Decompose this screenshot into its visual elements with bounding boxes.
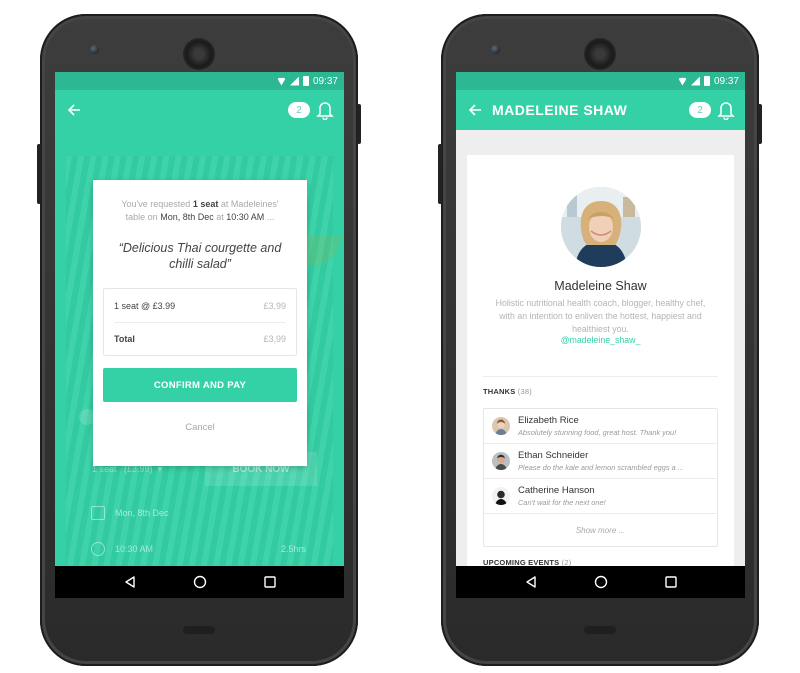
order-summary: 1 seat @ £3.99 £3,99 Total £3,99 — [103, 288, 297, 356]
time-text: 10:30 AM — [115, 544, 154, 554]
order-total: Total £3,99 — [114, 322, 286, 355]
screen-booking: 09:37 2 1 seat (£3.99) ▾ BOOK NOW Mon, 8… — [55, 72, 344, 598]
battery-icon — [703, 76, 710, 86]
front-camera — [491, 45, 500, 54]
bottom-speaker — [183, 626, 215, 634]
request-suffix: ... — [266, 212, 275, 222]
status-time: 09:37 — [312, 75, 338, 87]
wifi-icon — [276, 77, 286, 86]
power-button — [758, 104, 762, 144]
date-row-dimmed: Mon, 8th Dec — [91, 506, 306, 520]
request-prefix: You've requested — [121, 199, 191, 209]
status-bar: 09:37 — [456, 72, 745, 90]
thank-author: Elizabeth Rice — [518, 415, 579, 426]
battery-icon — [302, 76, 309, 86]
thank-message: Can't wait for the next one! — [518, 498, 606, 507]
list-item[interactable]: Catherine Hanson Can't wait for the next… — [484, 479, 717, 514]
thanks-count: (38) — [517, 387, 532, 396]
volume-button — [37, 144, 41, 204]
thanks-list: Elizabeth Rice Absolutely stunning food,… — [483, 408, 718, 547]
avatar — [492, 487, 510, 505]
thank-message: Please do the kale and lemon scrambled e… — [518, 463, 684, 472]
confirm-booking-dialog: You've requested 1 seat at Madeleines' t… — [93, 180, 307, 466]
app-bar: 2 — [55, 90, 344, 130]
event-quote: “Delicious Thai courgette and chilli sal… — [118, 241, 282, 271]
order-total-label: Total — [114, 334, 135, 344]
nav-back-icon[interactable] — [525, 576, 537, 588]
phone-left: 09:37 2 1 seat (£3.99) ▾ BOOK NOW Mon, 8… — [37, 14, 361, 666]
avatar — [492, 452, 510, 470]
list-item-text: Elizabeth Rice Absolutely stunning food,… — [518, 415, 708, 437]
request-table-on: table on — [125, 212, 158, 222]
clock-icon — [91, 542, 105, 556]
android-nav-bar — [456, 566, 745, 598]
phone-right: 09:37 MADELEINE SHAW 2 Madeleine Shaw Ho… — [438, 14, 762, 666]
thank-author: Ethan Schneider — [518, 450, 589, 461]
request-at: at — [216, 212, 224, 222]
thank-author: Catherine Hanson — [518, 485, 595, 496]
confirm-and-pay-button[interactable]: CONFIRM AND PAY — [103, 368, 297, 402]
app-bar: MADELEINE SHAW 2 — [456, 90, 745, 130]
back-arrow-icon[interactable] — [65, 101, 83, 119]
cancel-button[interactable]: Cancel — [103, 422, 297, 433]
list-item[interactable]: Elizabeth Rice Absolutely stunning food,… — [484, 409, 717, 444]
request-date: Mon, 8th Dec — [160, 212, 214, 222]
request-summary: You've requested 1 seat at Madeleines' t… — [103, 198, 297, 224]
date-text: Mon, 8th Dec — [115, 508, 169, 518]
list-item[interactable]: Ethan Schneider Please do the kale and l… — [484, 444, 717, 479]
earpiece-speaker — [584, 38, 616, 70]
thanks-label: THANKS — [483, 387, 516, 396]
status-bar: 09:37 — [55, 72, 344, 90]
request-mid: at Madeleines' — [220, 199, 279, 209]
request-seats: 1 seat — [192, 199, 219, 209]
time-row-dimmed: 10:30 AM 2.5hrs — [91, 542, 306, 556]
app-bar-title: MADELEINE SHAW — [492, 102, 628, 118]
front-camera — [90, 45, 99, 54]
show-more-link[interactable]: Show more ... — [484, 514, 717, 546]
nav-back-icon[interactable] — [124, 576, 136, 588]
thank-message: Absolutely stunning food, great host. Th… — [518, 428, 677, 437]
bell-icon[interactable] — [316, 100, 334, 120]
request-time: 10:30 AM — [226, 212, 265, 222]
bottom-speaker — [584, 626, 616, 634]
signal-icon — [289, 76, 299, 86]
profile-bio: Holistic nutritional health coach, blogg… — [495, 298, 706, 334]
avatar — [492, 417, 510, 435]
order-line-price: £3,99 — [263, 300, 286, 311]
bell-icon[interactable] — [717, 100, 735, 120]
notification-badge[interactable]: 2 — [288, 102, 310, 118]
order-total-price: £3,99 — [263, 334, 286, 344]
duration-text: 2.5hrs — [280, 544, 306, 554]
signal-icon — [690, 76, 700, 86]
list-item-text: Ethan Schneider Please do the kale and l… — [518, 450, 708, 472]
thanks-heading: THANKS (38) — [483, 387, 532, 396]
nav-recents-icon[interactable] — [263, 576, 276, 588]
profile-handle-link[interactable]: @madeleine_shaw_ — [467, 335, 734, 345]
avatar — [561, 187, 641, 267]
back-arrow-icon[interactable] — [466, 101, 484, 119]
notification-badge[interactable]: 2 — [689, 102, 711, 118]
wifi-icon — [677, 77, 687, 86]
earpiece-speaker — [183, 38, 215, 70]
profile-card: Madeleine Shaw Holistic nutritional heal… — [467, 155, 734, 575]
nav-recents-icon[interactable] — [664, 576, 677, 588]
list-item-text: Catherine Hanson Can't wait for the next… — [518, 485, 708, 507]
order-line: 1 seat @ £3.99 £3,99 — [114, 289, 286, 322]
nav-home-icon[interactable] — [193, 575, 207, 589]
power-button — [357, 104, 361, 144]
calendar-icon — [91, 506, 105, 520]
nav-home-icon[interactable] — [594, 575, 608, 589]
profile-name: Madeleine Shaw — [554, 279, 647, 293]
screen-host-profile: 09:37 MADELEINE SHAW 2 Madeleine Shaw Ho… — [456, 72, 745, 598]
order-line-label: 1 seat @ £3.99 — [114, 300, 176, 311]
host-portrait-image — [561, 187, 641, 267]
volume-button — [438, 144, 442, 204]
divider — [483, 376, 718, 377]
status-time: 09:37 — [713, 75, 739, 87]
android-nav-bar — [55, 566, 344, 598]
